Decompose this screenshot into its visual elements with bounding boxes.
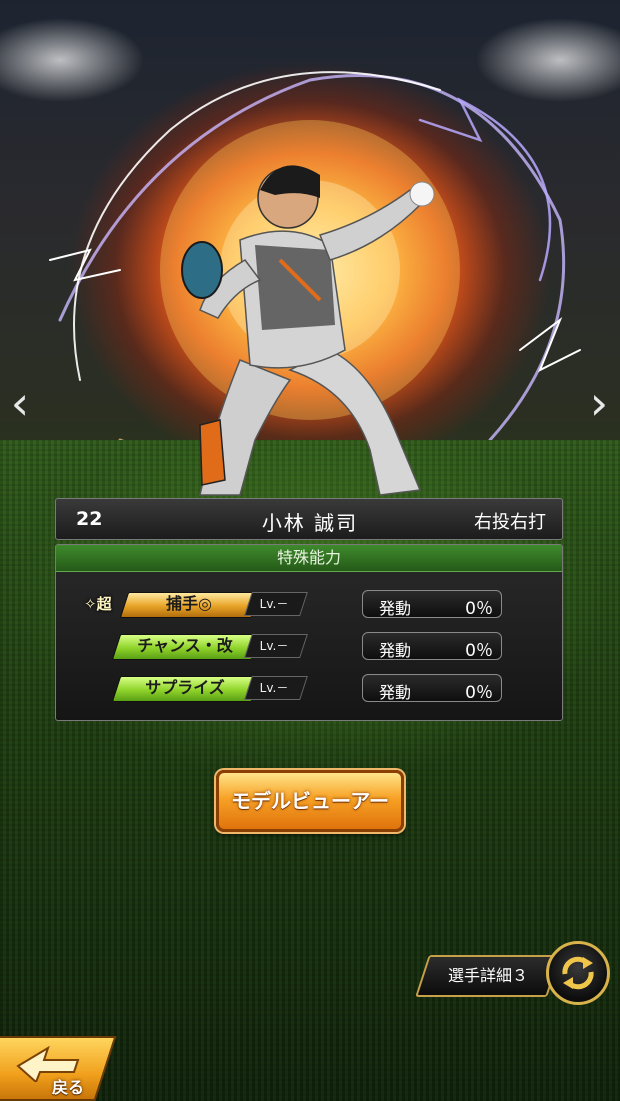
ability-status: 発動 0％	[362, 674, 502, 703]
player-name-bar: 22 小林 誠司 右投右打	[55, 498, 563, 540]
ability-status: 発動 0％	[362, 590, 502, 619]
back-label: 戻る	[52, 1078, 85, 1097]
ability-level: Lv.－	[259, 681, 289, 695]
ability-status-value: 0％	[465, 641, 493, 661]
ability-status-label: 発動	[379, 641, 412, 660]
ability-level: Lv.－	[259, 639, 289, 653]
special-ability-header: 特殊能力	[56, 545, 562, 572]
ability-status-value: 0％	[465, 599, 493, 619]
back-button[interactable]: 戻る	[0, 1036, 117, 1101]
next-player-arrow-icon[interactable]: ›	[583, 378, 615, 428]
player-image	[181, 165, 435, 496]
ability-row: チャンス・改 Lv.－ 発動 0％	[56, 631, 564, 661]
prev-player-arrow-icon[interactable]: ‹	[4, 378, 36, 428]
cycle-refresh-icon[interactable]	[546, 941, 610, 1005]
ability-status-label: 発動	[379, 599, 412, 618]
ability-name: チャンス・改	[137, 636, 233, 655]
special-ability-panel: 特殊能力 ✧超 捕手◎ Lv.－ 発動 0％ チャンス・改 Lv.－ 発動 0％…	[55, 544, 563, 721]
model-viewer-button[interactable]: モデルビューアー	[216, 770, 404, 832]
super-badge-icon: ✧超	[84, 595, 112, 613]
ability-status-label: 発動	[379, 683, 412, 702]
refresh-arrows-icon	[562, 956, 594, 990]
player-detail-button[interactable]: 選手詳細３	[415, 955, 561, 997]
ability-name: 捕手◎	[166, 594, 212, 613]
ability-row: サプライズ Lv.－ 発動 0％	[56, 673, 564, 703]
ability-name: サプライズ	[145, 678, 225, 697]
ability-level: Lv.－	[259, 597, 289, 611]
ability-status: 発動 0％	[362, 632, 502, 661]
player-detail-label: 選手詳細３	[447, 966, 528, 985]
ability-row: ✧超 捕手◎ Lv.－ 発動 0％	[56, 589, 564, 619]
ability-status-value: 0％	[465, 683, 493, 703]
throw-bat-type: 右投右打	[474, 512, 546, 533]
